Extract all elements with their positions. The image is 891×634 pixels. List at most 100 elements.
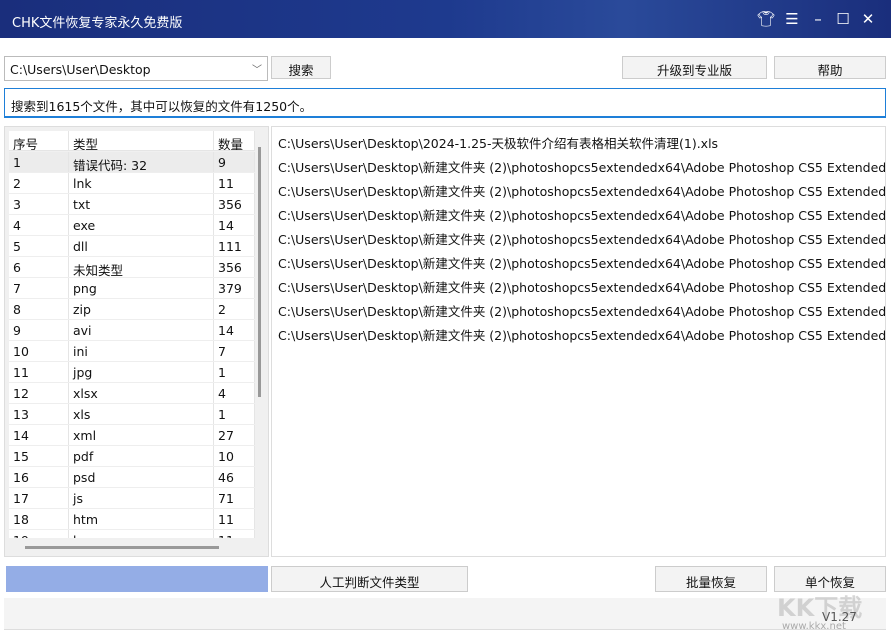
table-row[interactable]: 3 txt 356 xyxy=(9,194,255,215)
file-list-item[interactable]: C:\Users\User\Desktop\新建文件夹 (2)\photosho… xyxy=(272,271,885,295)
header-type[interactable]: 类型 xyxy=(69,131,214,150)
skin-shirt-icon[interactable]: 👕︎ xyxy=(756,10,776,28)
cell-count: 379 xyxy=(214,278,255,298)
file-list-item[interactable]: C:\Users\User\Desktop\新建文件夹 (2)\photosho… xyxy=(272,151,885,175)
file-list-item[interactable]: C:\Users\User\Desktop\新建文件夹 (2)\photosho… xyxy=(272,175,885,199)
chevron-down-icon[interactable]: ﹀ xyxy=(252,61,262,76)
cell-type: ini xyxy=(69,341,214,361)
table-row[interactable]: 8 zip 2 xyxy=(9,299,255,320)
table-row[interactable]: 6 未知类型 356 xyxy=(9,257,255,278)
cell-type: dll xyxy=(69,236,214,256)
progress-bar xyxy=(6,566,268,592)
table-row[interactable]: 15 pdf 10 xyxy=(9,446,255,467)
file-list-item[interactable]: C:\Users\User\Desktop\2024-1.25-天极软件介绍有表… xyxy=(272,127,885,151)
title-bar: CHK文件恢复专家永久免费版 👕︎ ☰ – ☐ ✕ xyxy=(0,0,891,38)
table-row[interactable]: 13 xls 1 xyxy=(9,404,255,425)
file-list-item[interactable]: C:\Users\User\Desktop\新建文件夹 (2)\photosho… xyxy=(272,223,885,247)
table-row[interactable]: 1 错误代码: 32 9 xyxy=(9,152,255,173)
cell-index: 17 xyxy=(9,488,69,508)
vertical-scrollbar[interactable] xyxy=(258,147,261,397)
cell-count: 71 xyxy=(214,488,255,508)
cell-type: htm xyxy=(69,509,214,529)
cell-type: 错误代码: 32 xyxy=(69,152,214,172)
cell-count: 27 xyxy=(214,425,255,445)
table-row[interactable]: 17 js 71 xyxy=(9,488,255,509)
cell-index: 2 xyxy=(9,173,69,193)
cell-type: exe xyxy=(69,215,214,235)
cell-index: 15 xyxy=(9,446,69,466)
horizontal-scrollbar[interactable] xyxy=(25,546,219,549)
table-row[interactable]: 4 exe 14 xyxy=(9,215,255,236)
help-button[interactable]: 帮助 xyxy=(774,56,886,79)
cell-count: 10 xyxy=(214,446,255,466)
cell-type: jpg xyxy=(69,362,214,382)
upgrade-button[interactable]: 升级到专业版 xyxy=(622,56,767,79)
manual-type-button[interactable]: 人工判断文件类型 xyxy=(271,566,468,592)
cell-index: 10 xyxy=(9,341,69,361)
window-title: CHK文件恢复专家永久免费版 xyxy=(12,16,183,31)
progress-fill xyxy=(6,566,268,592)
table-row[interactable]: 10 ini 7 xyxy=(9,341,255,362)
table-body: 1 错误代码: 32 9 2 lnk 11 3 txt 356 4 exe 14 5 dll 111 6 未知类… xyxy=(9,152,255,538)
cell-count: 1 xyxy=(214,404,255,424)
cell-index: 6 xyxy=(9,257,69,277)
cell-type: lnk xyxy=(69,173,214,193)
cell-count: 7 xyxy=(214,341,255,361)
cell-type: js xyxy=(69,488,214,508)
table-row[interactable]: 11 jpg 1 xyxy=(9,362,255,383)
file-list-item[interactable]: C:\Users\User\Desktop\新建文件夹 (2)\photosho… xyxy=(272,319,885,343)
table-row[interactable]: 5 dll 111 xyxy=(9,236,255,257)
minimize-icon[interactable]: – xyxy=(808,10,828,28)
cell-index: 16 xyxy=(9,467,69,487)
batch-recover-button[interactable]: 批量恢复 xyxy=(655,566,767,592)
cell-type: pdf xyxy=(69,446,214,466)
path-combobox[interactable]: C:\Users\User\Desktop ﹀ xyxy=(4,56,268,81)
header-index[interactable]: 序号 xyxy=(9,131,69,150)
cell-type: h xyxy=(69,530,214,538)
cell-count: 111 xyxy=(214,236,255,256)
cell-count: 356 xyxy=(214,194,255,214)
cell-count: 11 xyxy=(214,173,255,193)
table-row[interactable]: 12 xlsx 4 xyxy=(9,383,255,404)
table-row[interactable]: 16 psd 46 xyxy=(9,467,255,488)
cell-type: 未知类型 xyxy=(69,257,214,277)
table-row[interactable]: 9 avi 14 xyxy=(9,320,255,341)
file-list-item[interactable]: C:\Users\User\Desktop\新建文件夹 (2)\photosho… xyxy=(272,199,885,223)
cell-index: 11 xyxy=(9,362,69,382)
file-list-item[interactable]: C:\Users\User\Desktop\新建文件夹 (2)\photosho… xyxy=(272,247,885,271)
cell-type: png xyxy=(69,278,214,298)
table-row[interactable]: 18 htm 11 xyxy=(9,509,255,530)
cell-index: 7 xyxy=(9,278,69,298)
table-row[interactable]: 2 lnk 11 xyxy=(9,173,255,194)
cell-type: zip xyxy=(69,299,214,319)
cell-count: 11 xyxy=(214,530,255,538)
footer xyxy=(4,598,886,630)
cell-count: 14 xyxy=(214,320,255,340)
table-row[interactable]: 19h11 xyxy=(9,530,255,538)
table-row[interactable]: 7 png 379 xyxy=(9,278,255,299)
cell-index: 18 xyxy=(9,509,69,529)
search-button[interactable]: 搜索 xyxy=(271,56,331,79)
cell-index: 14 xyxy=(9,425,69,445)
cell-index: 3 xyxy=(9,194,69,214)
maximize-icon[interactable]: ☐ xyxy=(833,10,853,28)
file-list-item[interactable]: C:\Users\User\Desktop\新建文件夹 (2)\photosho… xyxy=(272,295,885,319)
cell-type: xml xyxy=(69,425,214,445)
close-icon[interactable]: ✕ xyxy=(858,10,878,28)
menu-icon[interactable]: ☰ xyxy=(782,10,802,28)
header-count[interactable]: 数量 xyxy=(214,131,255,150)
table-header: 序号 类型 数量 xyxy=(9,131,255,151)
cell-count: 9 xyxy=(214,152,255,172)
cell-type: avi xyxy=(69,320,214,340)
cell-type: txt xyxy=(69,194,214,214)
status-field[interactable]: 搜索到1615个文件，其中可以恢复的文件有1250个。 xyxy=(4,88,886,118)
cell-count: 2 xyxy=(214,299,255,319)
path-value: C:\Users\User\Desktop xyxy=(10,62,151,77)
cell-count: 4 xyxy=(214,383,255,403)
cell-count: 11 xyxy=(214,509,255,529)
cell-type: xls xyxy=(69,404,214,424)
file-list: C:\Users\User\Desktop\2024-1.25-天极软件介绍有表… xyxy=(271,126,886,557)
cell-type: psd xyxy=(69,467,214,487)
table-row[interactable]: 14 xml 27 xyxy=(9,425,255,446)
cell-index: 1 xyxy=(9,152,69,172)
